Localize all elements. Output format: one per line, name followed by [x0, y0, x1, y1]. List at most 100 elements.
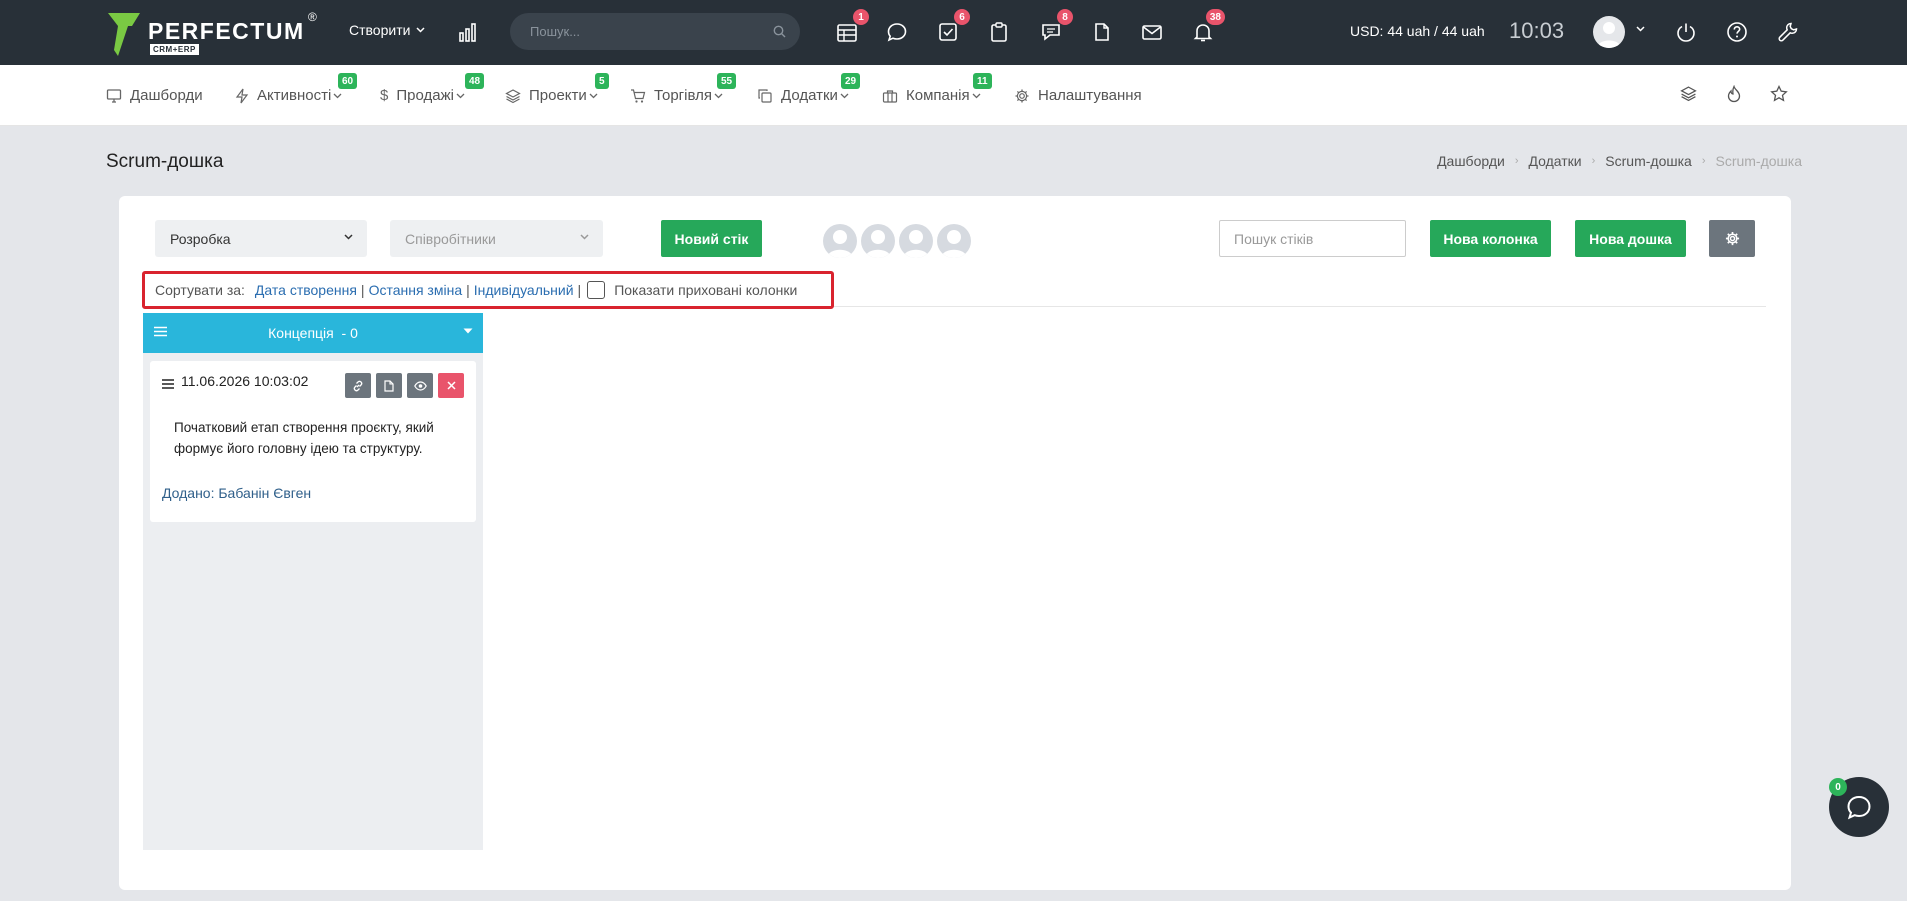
- sort-modified-link[interactable]: Остання зміна: [369, 282, 463, 298]
- menu-icon[interactable]: [154, 326, 167, 337]
- search-icon: [773, 25, 786, 38]
- board-column: Концепція - 0 11.06.2026 10:03:02 Початк…: [143, 313, 483, 850]
- logo-mark-icon: [108, 13, 140, 56]
- sort-custom-link[interactable]: Індивідуальний: [474, 282, 574, 298]
- nav-dashboards[interactable]: Дашборди: [106, 87, 203, 104]
- user-avatar[interactable]: [1593, 16, 1625, 48]
- clipboard-icon: [991, 22, 1007, 42]
- sticker-link-button[interactable]: [345, 373, 371, 398]
- tasks-badge: 6: [954, 9, 970, 25]
- nav-settings[interactable]: Налаштування: [1014, 87, 1142, 104]
- documents-button[interactable]: [1088, 18, 1116, 46]
- nav-badge: 29: [841, 73, 861, 89]
- messages-badge: 8: [1057, 9, 1073, 25]
- nav-projects[interactable]: Проекти 5: [505, 73, 609, 104]
- cart-icon: [631, 88, 646, 103]
- chevron-down-icon: [580, 234, 589, 240]
- hot-button[interactable]: [1726, 85, 1742, 103]
- logo[interactable]: PERFECTUM ® CRM+ERP: [106, 8, 326, 58]
- divider: [834, 306, 1766, 307]
- sticker-file-button[interactable]: [376, 373, 402, 398]
- column-title: Концепція - 0: [268, 325, 358, 341]
- messages-button[interactable]: 8: [1037, 9, 1073, 46]
- eye-icon: [413, 380, 427, 391]
- chevron-down-icon[interactable]: [1636, 26, 1645, 32]
- reports-button[interactable]: [455, 18, 483, 46]
- nav-company[interactable]: Компанія 11: [882, 73, 992, 104]
- sticker-delete-button[interactable]: [438, 373, 464, 398]
- create-menu-button[interactable]: Створити: [349, 22, 425, 38]
- bar-chart-icon: [459, 23, 476, 42]
- tools-button[interactable]: [1774, 18, 1802, 46]
- nav-badge: 48: [465, 73, 485, 89]
- notifications-button[interactable]: 38: [1189, 9, 1225, 46]
- user-icon: [827, 230, 853, 258]
- employees-select[interactable]: Співробітники: [390, 220, 603, 257]
- column-header[interactable]: Концепція - 0: [143, 313, 483, 353]
- mail-button[interactable]: [1138, 18, 1166, 46]
- new-column-button[interactable]: Нова колонка: [1430, 220, 1551, 257]
- currency-rate: USD: 44 uah / 44 uah: [1350, 23, 1485, 39]
- nav-trade[interactable]: Торгівля 55: [630, 73, 737, 104]
- comments-icon: [1042, 24, 1060, 41]
- nav-addons[interactable]: Додатки 29: [757, 73, 861, 104]
- nav-label: Продажі: [396, 87, 454, 104]
- chat-bubble-icon: [887, 23, 907, 42]
- sort-created-link[interactable]: Дата створення: [255, 282, 357, 298]
- member-avatar[interactable]: [937, 224, 971, 258]
- breadcrumb-current: Scrum-дошка: [1715, 153, 1802, 169]
- new-sticker-button[interactable]: Новий стік: [661, 220, 762, 257]
- member-avatar[interactable]: [861, 224, 895, 258]
- logout-button[interactable]: [1672, 18, 1700, 46]
- create-label: Створити: [349, 22, 411, 38]
- chevron-down-icon: [344, 234, 353, 240]
- drag-handle-icon[interactable]: [162, 379, 174, 389]
- logo-subtitle: CRM+ERP: [150, 44, 199, 55]
- layers-icon: [505, 88, 521, 103]
- new-board-button[interactable]: Нова дошка: [1575, 220, 1686, 257]
- favorites-button[interactable]: [1770, 85, 1788, 102]
- breadcrumb-dashboards[interactable]: Дашборди: [1437, 153, 1505, 169]
- nav-activities[interactable]: Активності 60: [235, 73, 358, 104]
- close-icon: [446, 381, 456, 390]
- member-avatar[interactable]: [823, 224, 857, 258]
- tasks-button[interactable]: 6: [934, 9, 970, 46]
- sort-label: Сортувати за:: [155, 282, 245, 298]
- user-icon: [865, 230, 891, 258]
- breadcrumb-scrum[interactable]: Scrum-дошка: [1605, 153, 1692, 169]
- global-search-input[interactable]: [530, 13, 760, 50]
- nav-badge: 5: [595, 73, 609, 89]
- clipboard-button[interactable]: [985, 18, 1013, 46]
- member-avatar[interactable]: [899, 224, 933, 258]
- breadcrumb-addons[interactable]: Додатки: [1529, 153, 1582, 169]
- sort-separator: |: [577, 282, 582, 298]
- star-icon: [1770, 85, 1788, 102]
- show-hidden-checkbox[interactable]: [587, 281, 606, 299]
- nav-sales[interactable]: $ Продажі 48: [380, 73, 485, 104]
- board-select[interactable]: Розробка: [155, 220, 367, 257]
- breadcrumb-separator: ›: [1591, 155, 1596, 167]
- chevron-down-icon: [333, 93, 342, 98]
- show-hidden-label[interactable]: Показати приховані колонки: [614, 282, 797, 298]
- nav-label: Активності: [257, 87, 332, 104]
- help-button[interactable]: [1723, 18, 1751, 46]
- board-select-value: Розробка: [170, 230, 231, 247]
- layers-button[interactable]: [1680, 85, 1697, 102]
- copy-icon: [758, 88, 772, 103]
- top-bar: PERFECTUM ® CRM+ERP Створити 1: [0, 0, 1907, 65]
- sticker-card[interactable]: 11.06.2026 10:03:02 Початковий етап ство…: [150, 361, 476, 522]
- bolt-icon: [235, 88, 249, 103]
- nav-label: Додатки: [781, 87, 838, 104]
- calendar-button[interactable]: 1: [833, 9, 869, 46]
- sticker-actions: [345, 373, 464, 398]
- sticker-search-input[interactable]: [1219, 220, 1406, 257]
- chevron-down-icon: [972, 93, 981, 98]
- chat-button[interactable]: [883, 18, 911, 46]
- board-settings-button[interactable]: [1709, 220, 1755, 257]
- layers-icon: [1680, 86, 1697, 102]
- chevron-down-icon[interactable]: [463, 328, 473, 335]
- sticker-view-button[interactable]: [407, 373, 433, 398]
- global-search[interactable]: [510, 13, 800, 50]
- nav-label: Дашборди: [130, 87, 203, 104]
- file-icon: [1095, 23, 1109, 41]
